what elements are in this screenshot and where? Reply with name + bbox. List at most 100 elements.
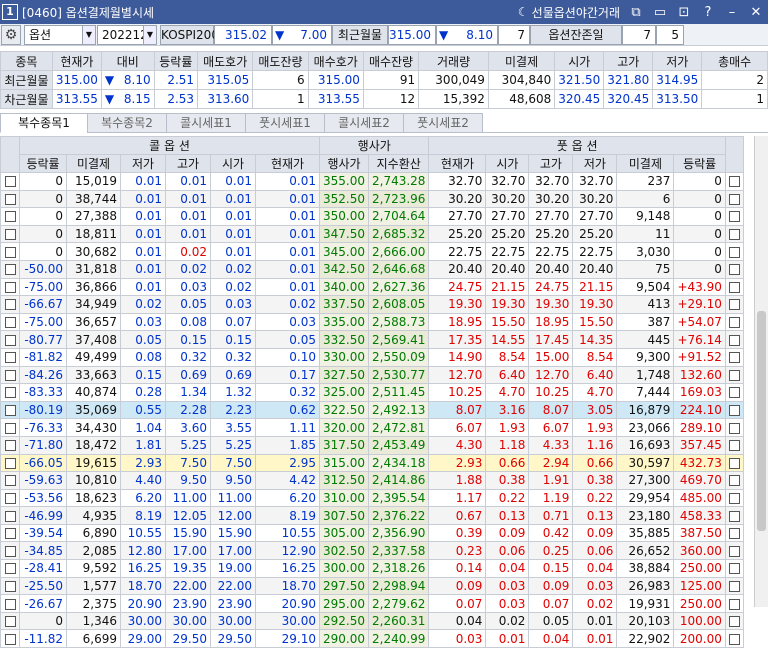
column-header[interactable]: 현재가 [428, 154, 487, 173]
tab-put-1[interactable]: 풋시세표1 [245, 113, 325, 133]
row-checkbox[interactable] [728, 387, 740, 399]
table-row[interactable]: -59.63 10,810 4.40 9.50 9.50 4.42 312.50 2,414.… [0, 471, 744, 490]
column-header[interactable]: 고가 [165, 154, 211, 173]
row-checkbox[interactable] [728, 475, 740, 487]
row-checkbox[interactable] [728, 422, 740, 434]
column-header[interactable]: 저가 [120, 154, 166, 173]
column-header[interactable]: 고가 [528, 154, 574, 173]
column-header[interactable]: 미결제 [66, 154, 121, 173]
row-checkbox[interactable] [4, 352, 16, 364]
row-checkbox[interactable] [4, 211, 16, 223]
row-checkbox[interactable] [4, 246, 16, 258]
column-header[interactable]: 미결제 [616, 154, 675, 173]
scrollbar-thumb[interactable] [757, 311, 766, 531]
row-checkbox[interactable] [728, 457, 740, 469]
row-checkbox[interactable] [728, 193, 740, 205]
row-checkbox[interactable] [4, 633, 16, 645]
column-header[interactable]: 등락률 [19, 154, 67, 173]
table-row[interactable]: -66.67 34,949 0.02 0.05 0.03 0.02 337.50 2,608.… [0, 295, 744, 314]
row-checkbox[interactable] [4, 387, 16, 399]
window-icon[interactable]: ▭ [652, 5, 668, 20]
window-number-badge[interactable]: 1 [2, 4, 18, 20]
column-header[interactable]: 현재가 [255, 154, 320, 173]
column-header[interactable]: 등락률 [673, 154, 726, 173]
row-checkbox[interactable] [4, 545, 16, 557]
tab-call-2[interactable]: 콜시세표2 [324, 113, 404, 133]
column-header[interactable]: 시가 [485, 154, 530, 173]
month-select[interactable]: 202212 ▼ [97, 25, 157, 45]
row-checkbox[interactable] [4, 440, 16, 452]
table-row[interactable]: -28.41 9,592 16.25 19.35 19.00 16.25 300.00 2,3… [0, 559, 744, 578]
row-checkbox[interactable] [728, 405, 740, 417]
option-type-select[interactable]: 옵션 ▼ [24, 25, 96, 45]
minimize-icon[interactable]: – [724, 5, 740, 20]
row-checkbox[interactable] [728, 176, 740, 188]
row-checkbox[interactable] [4, 229, 16, 241]
table-row[interactable]: -80.77 37,408 0.05 0.15 0.15 0.05 332.50 2,569.… [0, 330, 744, 349]
row-checkbox[interactable] [728, 528, 740, 540]
row-checkbox[interactable] [4, 369, 16, 381]
dock-icon[interactable]: ⊡ [676, 5, 692, 20]
table-row[interactable]: -25.50 1,577 18.70 22.00 22.00 18.70 297.50 2,2… [0, 576, 744, 596]
gear-icon[interactable]: ⚙ [1, 25, 21, 45]
row-checkbox[interactable] [728, 616, 740, 628]
row-checkbox[interactable] [4, 264, 16, 276]
table-row[interactable]: -50.00 31,818 0.01 0.02 0.02 0.01 342.50 2,646.… [0, 259, 744, 279]
tab-multi-1[interactable]: 복수종목1 [0, 113, 88, 133]
row-checkbox[interactable] [728, 281, 740, 293]
table-row[interactable]: -53.56 18,623 6.20 11.00 11.00 6.20 310.00 2,39… [0, 488, 744, 508]
row-checkbox[interactable] [4, 176, 16, 188]
row-checkbox[interactable] [4, 492, 16, 504]
table-row[interactable]: -34.85 2,085 12.80 17.00 17.00 12.90 302.50 2,3… [0, 541, 744, 561]
row-checkbox[interactable] [4, 616, 16, 628]
table-row[interactable]: -84.26 33,663 0.15 0.69 0.69 0.17 327.50 2,530.… [0, 365, 744, 385]
row-checkbox[interactable] [4, 510, 16, 522]
chevron-down-icon[interactable]: ▼ [82, 26, 95, 44]
table-row[interactable]: 0 1,346 30.00 30.00 30.00 30.00 292.50 2,260.31… [0, 611, 744, 631]
row-checkbox[interactable] [728, 211, 740, 223]
table-row[interactable]: -83.33 40,874 0.28 1.34 1.32 0.32 325.00 2,511.… [0, 383, 744, 402]
row-checkbox[interactable] [4, 422, 16, 434]
row-checkbox[interactable] [728, 352, 740, 364]
column-header[interactable]: 저가 [572, 154, 618, 173]
night-trading-button[interactable]: ☾ 선물옵션야간거래 [518, 4, 620, 21]
row-checkbox[interactable] [4, 317, 16, 329]
restore-icon[interactable]: ⧉ [628, 5, 644, 20]
row-checkbox[interactable] [728, 299, 740, 311]
row-checkbox[interactable] [728, 264, 740, 276]
table-row[interactable]: -80.19 35,069 0.55 2.28 2.23 0.62 322.50 2,492.… [0, 400, 744, 420]
tab-multi-2[interactable]: 복수종목2 [87, 113, 167, 133]
table-row[interactable]: 0 15,019 0.01 0.01 0.01 0.01 355.00 2,743.28 32.… [0, 172, 744, 191]
table-row[interactable]: -75.00 36,866 0.01 0.03 0.02 0.01 340.00 2,627.… [0, 277, 744, 297]
table-row[interactable]: -75.00 36,657 0.03 0.08 0.07 0.03 335.00 2,588.… [0, 312, 744, 332]
row-checkbox[interactable] [4, 475, 16, 487]
row-checkbox[interactable] [728, 246, 740, 258]
close-icon[interactable]: ✕ [748, 5, 764, 20]
table-row[interactable]: -81.82 49,499 0.08 0.32 0.32 0.10 330.00 2,550.… [0, 347, 744, 367]
table-row[interactable]: -71.80 18,472 1.81 5.25 5.25 1.85 317.50 2,453.… [0, 435, 744, 455]
tab-call-1[interactable]: 콜시세표1 [166, 113, 246, 133]
column-header[interactable]: 행사가 [319, 154, 369, 173]
row-checkbox[interactable] [4, 405, 16, 417]
row-checkbox[interactable] [728, 563, 740, 575]
row-checkbox[interactable] [728, 545, 740, 557]
table-row[interactable]: -46.99 4,935 8.19 12.05 12.00 8.19 307.50 2,376… [0, 506, 744, 525]
row-checkbox[interactable] [4, 580, 16, 592]
row-checkbox[interactable] [728, 510, 740, 522]
row-checkbox[interactable] [728, 440, 740, 452]
table-row[interactable]: 0 30,682 0.01 0.02 0.01 0.01 345.00 2,666.00 22.… [0, 242, 744, 261]
row-checkbox[interactable] [4, 563, 16, 575]
row-checkbox[interactable] [728, 633, 740, 645]
row-checkbox[interactable] [728, 598, 740, 610]
row-checkbox[interactable] [4, 528, 16, 540]
help-icon[interactable]: ? [700, 5, 716, 20]
row-checkbox[interactable] [4, 598, 16, 610]
row-checkbox[interactable] [4, 334, 16, 346]
table-row[interactable]: -26.67 2,375 20.90 23.90 23.90 20.90 295.00 2,2… [0, 594, 744, 613]
column-header[interactable]: 시가 [210, 154, 256, 173]
row-checkbox[interactable] [728, 580, 740, 592]
summary-row-near[interactable]: 최근월물 315.00 ▼ 8.10 2.51 315.05 6 315.00 9… [0, 70, 768, 90]
table-row[interactable]: 0 38,744 0.01 0.01 0.01 0.01 352.50 2,723.96 30.… [0, 189, 744, 209]
table-row[interactable]: 0 27,388 0.01 0.01 0.01 0.01 350.00 2,704.64 27.… [0, 207, 744, 226]
row-checkbox[interactable] [4, 193, 16, 205]
